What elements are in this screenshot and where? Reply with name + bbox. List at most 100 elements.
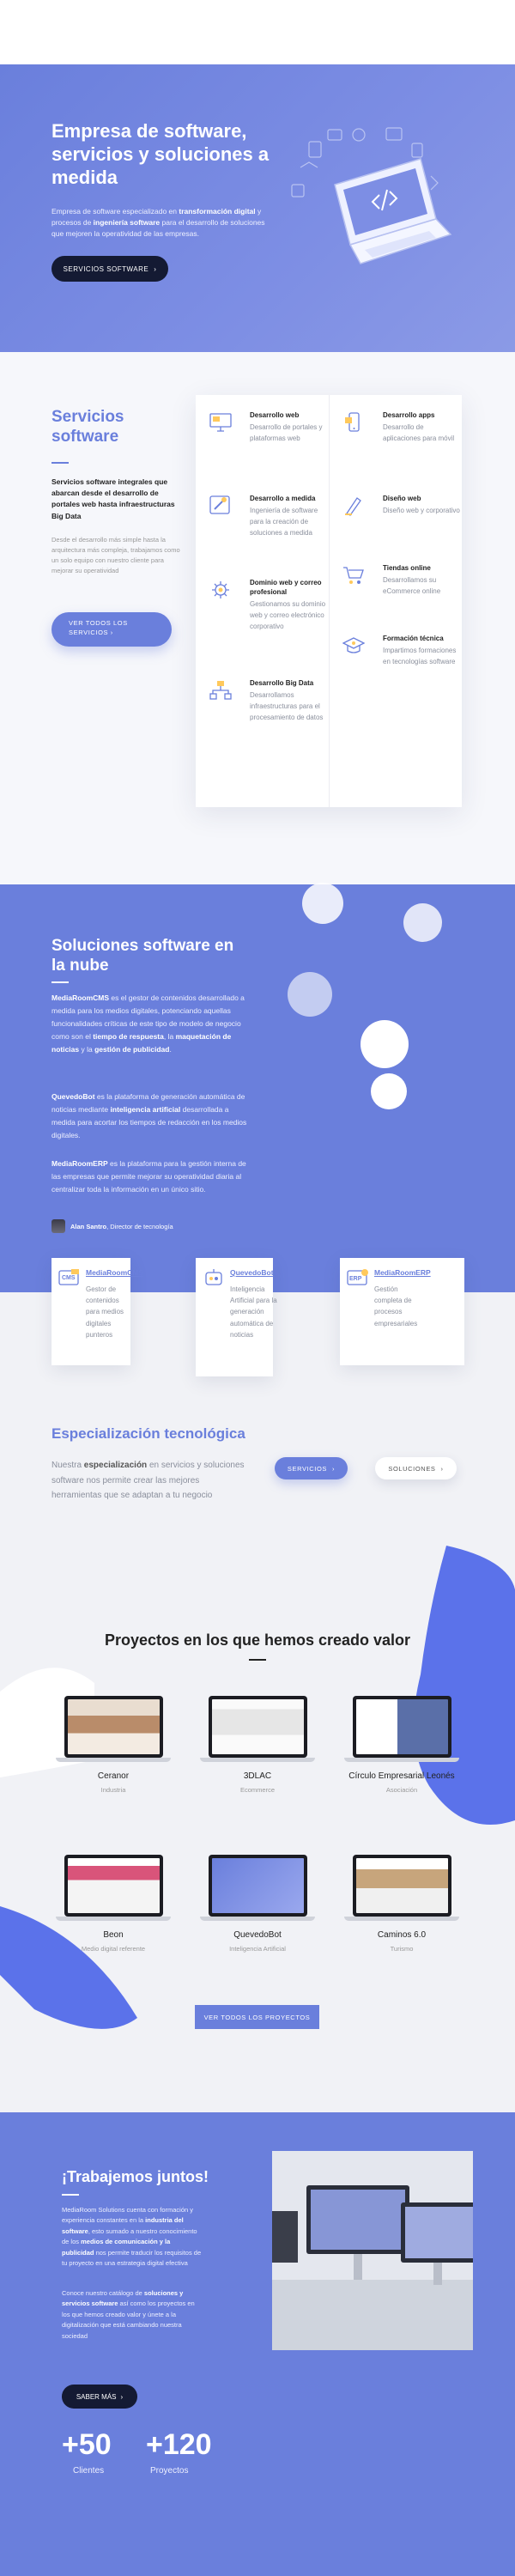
project-category: Inteligencia Artificial [229,1945,286,1953]
service-name: Desarrollo web [250,411,300,419]
product-name[interactable]: QuevedoBot [230,1268,274,1277]
projects-title: Proyectos en los que hemos creado valor [104,1631,411,1649]
title-divider [249,1659,266,1661]
mobile-icon [345,412,360,432]
services-subtext: Desde el desarrollo más simple hasta la … [52,536,180,574]
projects-section: Proyectos en los que hemos creado valor … [0,1528,515,2112]
service-name: Desarrollo apps [383,411,435,419]
soluciones-button[interactable]: SOLUCIONES › [375,1457,457,1479]
services-lead: Servicios software integrales que abarca… [52,477,175,520]
soluciones-label: SOLUCIONES [388,1464,436,1473]
gear-icon [212,581,229,598]
servicios-software-button[interactable]: SERVICIOS SOFTWARE › [52,256,168,282]
project-name: QuevedoBot [233,1930,282,1940]
project-thumbnail[interactable] [353,1855,451,1917]
laptop-base [200,1917,315,1921]
project-category: Turismo [390,1945,414,1953]
decorative-circle [371,1073,407,1109]
stat-clients-label: Clientes [73,2466,105,2476]
arrow-right-icon: › [332,1464,336,1473]
ver-todos-servicios-button[interactable]: VER TODOS LOS SERVICIOS › [52,612,172,647]
laptop-illustration [291,127,452,264]
product-name[interactable]: MediaRoomCMS [86,1268,143,1277]
service-desc: Desarrollo de aplicaciones para móvil [383,423,455,442]
laptop-base [200,1758,315,1762]
service-name: Diseño web [383,495,421,502]
tools-icon [209,495,230,514]
cart-icon [343,567,364,584]
project-thumbnail[interactable] [353,1696,451,1758]
service-desc: Desarrollamos su eCommerce online [383,576,441,595]
product-card-mediaroomerp[interactable]: ERP MediaRoomERP Gestión completa de pro… [340,1258,464,1365]
stat-projects-value: +120 [146,2428,212,2461]
hero-description: Empresa de software especializado en tra… [52,207,265,239]
author-credit: Alan Santro, Director de tecnología [52,1219,173,1233]
project-name: Caminos 6.0 [377,1930,427,1940]
project-name: Ceranor [97,1771,130,1781]
hero-title: Empresa de software, servicios y solucio… [52,120,270,188]
cms-icon: CMS [58,1269,79,1285]
hero-section: Empresa de software, servicios y solucio… [0,64,515,352]
product-desc: Inteligencia Artificial para la generaci… [230,1285,277,1339]
title-divider [52,981,69,983]
services-grid: Desarrollo web Desarrollo de portales y … [196,395,462,807]
project-thumbnail[interactable] [64,1696,163,1758]
product-desc: Gestor de contenidos para medios digital… [86,1285,124,1339]
grid-divider [329,395,330,807]
specialization-title: Especialización tecnológica [52,1425,245,1442]
ver-todos-servicios-label: VER TODOS LOS SERVICIOS [69,619,128,637]
project-thumbnail[interactable] [64,1855,163,1917]
product-card-mediaroomcms[interactable]: CMS MediaRoomCMS Gestor de contenidos pa… [52,1258,143,1365]
robot-icon [205,1269,222,1285]
service-desc: Desarrollo de portales y plataformas web [250,423,323,442]
servicios-button[interactable]: SERVICIOS › [275,1457,348,1479]
laptop-base [56,1917,171,1921]
servicios-label: SERVICIOS [287,1464,327,1473]
service-desc: Impartimos formaciones en tecnologías so… [383,647,457,665]
laptop-base [344,1917,459,1921]
cloud-title: Soluciones software en la nube [52,937,234,975]
project-category: Industria [100,1786,126,1794]
project-name: Beon [103,1930,124,1940]
laptop-base [344,1758,459,1762]
service-desc: Ingeniería de software para la creación … [250,507,318,537]
laptop-base [56,1758,171,1762]
saber-mas-label: SABER MÁS [76,2392,117,2401]
servicios-software-label: SERVICIOS SOFTWARE [63,264,149,273]
network-icon [209,681,232,700]
author-role: , Director de tecnología [106,1222,173,1230]
stat-clients-value: +50 [62,2428,112,2461]
decorative-circle [288,972,332,1017]
service-name: Formación técnica [383,635,444,642]
project-thumbnail[interactable] [209,1696,307,1758]
product-card-quevedobot[interactable]: QuevedoBot Inteligencia Artificial para … [196,1258,277,1376]
cta-title: ¡Trabajemos juntos! [62,2168,209,2185]
office-photo [272,2151,473,2350]
svg-text:CMS: CMS [62,1275,76,1281]
pen-icon [345,497,361,516]
arrow-right-icon: › [154,264,157,273]
cta-paragraph: Conoce nuestro catálogo de soluciones y … [62,2289,195,2340]
service-name: Dominio web y correo profesional [250,579,322,597]
saber-mas-button[interactable]: SABER MÁS › [62,2385,137,2409]
erp-icon: ERP [347,1269,368,1285]
cloud-paragraph-quevedobot: QuevedoBot es la plataforma de generació… [52,1092,247,1139]
title-divider [62,2194,79,2196]
cloud-paragraph-mediaroomcms: MediaRoomCMS es el gestor de contenidos … [52,993,245,1054]
avatar [52,1219,65,1233]
cta-section: ¡Trabajemos juntos! MediaRoom Solutions … [0,2112,515,2576]
service-desc: Gestionamos su dominio web y correo elec… [250,600,326,630]
svg-text:ERP: ERP [349,1276,362,1282]
arrow-right-icon: › [440,1464,444,1473]
service-name: Desarrollo a medida [250,495,316,502]
specialization-description: Nuestra especialización en servicios y s… [52,1461,245,1500]
project-name: 3DLAC [243,1771,272,1781]
service-name: Desarrollo Big Data [250,679,314,687]
project-thumbnail[interactable] [209,1855,307,1917]
services-title: Servicios software [52,408,124,446]
project-category: Ecommerce [239,1786,275,1794]
product-name[interactable]: MediaRoomERP [374,1268,431,1277]
service-name: Tiendas online [383,564,431,572]
cta-paragraph: MediaRoom Solutions cuenta con formación… [62,2206,202,2267]
ver-todos-proyectos-button[interactable]: VER TODOS LOS PROYECTOS [195,2005,319,2029]
